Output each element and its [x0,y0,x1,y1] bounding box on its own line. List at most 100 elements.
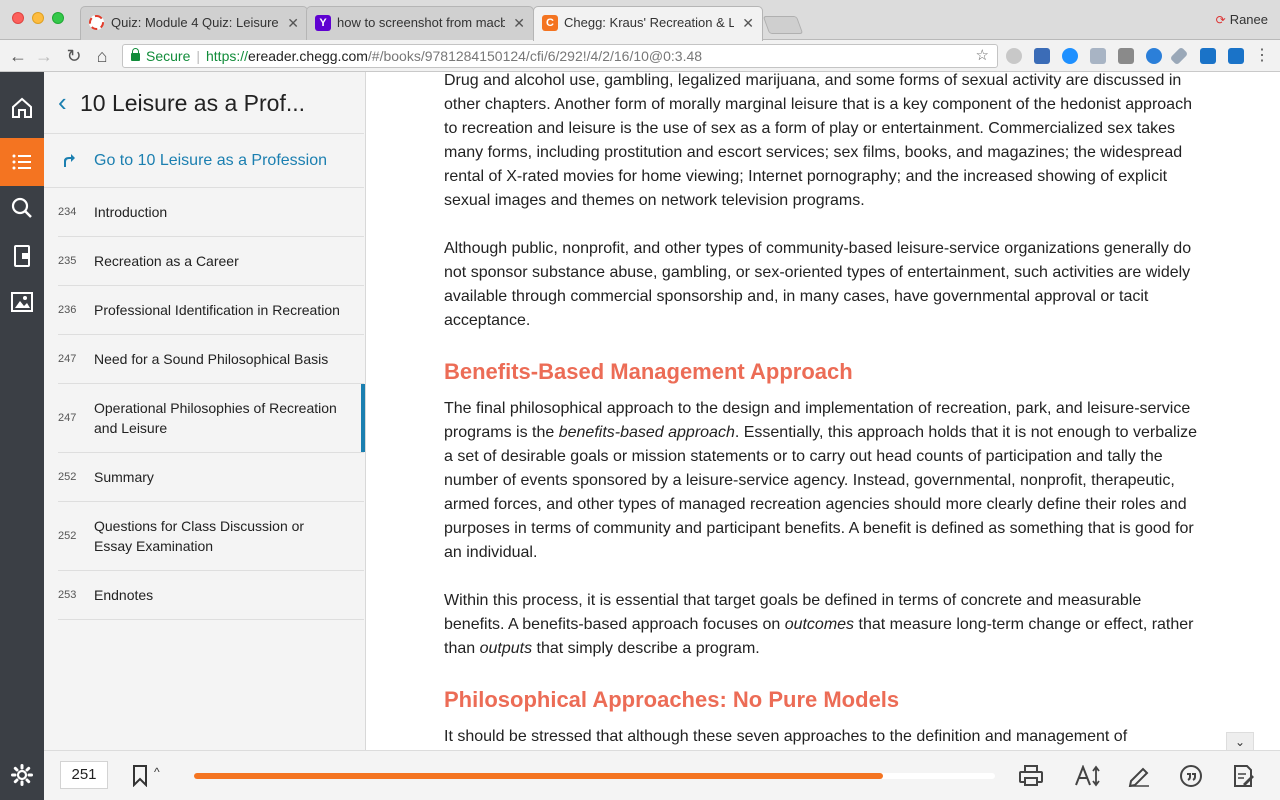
toc-item[interactable]: 235 Recreation as a Career [58,237,364,286]
section-heading: Benefits-Based Management Approach [444,359,853,384]
secure-label: Secure [146,48,191,64]
skype-extension-icon[interactable] [1006,48,1022,64]
share-alt-extension-icon[interactable] [1228,48,1244,64]
toc-item[interactable]: 252 Summary [58,453,364,502]
close-tab-icon[interactable]: ✕ [742,7,754,39]
close-tab-icon[interactable]: ✕ [513,7,525,39]
search-icon[interactable] [0,184,44,232]
address-bar[interactable]: Secure | https://ereader.chegg.com/#/books… [122,44,998,68]
extension-stack-icon[interactable] [1118,48,1134,64]
toc-item-label: Professional Identification in Recreatio… [94,302,340,318]
toc-item-page: 247 [58,353,77,365]
window-close-button[interactable] [12,12,24,24]
toc-item-label: Questions for Class Discussion or Essay … [94,518,305,554]
reload-icon[interactable]: ↻ [62,44,86,68]
tab-title: how to screenshot from macbo [337,15,505,30]
url-host: ereader.chegg.com [248,48,368,64]
reading-progress-bar[interactable] [194,773,995,779]
table-of-contents-panel: ‹ 10 Leisure as a Prof... Go to 10 Leisu… [44,72,366,750]
chevron-up-icon[interactable]: ^ [154,765,160,779]
tab-title: Quiz: Module 4 Quiz: Leisure P [111,15,279,30]
toc-item-label: Introduction [94,204,168,220]
toc-item-label: Summary [94,469,154,485]
bookmark-star-icon[interactable]: ☆ [976,45,989,67]
reader-side-rail [0,72,44,800]
share-extension-icon[interactable] [1200,48,1216,64]
paragraph: It should be stressed that although thes… [444,728,1128,745]
toc-item-page: 253 [58,589,77,601]
browser-toolbar: ← → ↻ ⌂ Secure | https://ereader.chegg.com… [0,40,1280,72]
profile-name: Ranee [1229,12,1268,27]
paragraph: Within this process, it is essential tha… [444,589,1204,661]
toc-item-page: 252 [58,530,77,542]
print-icon[interactable] [1018,763,1044,789]
paragraph: Drug and alcohol use, gambling, legalize… [444,72,1192,209]
go-to-chapter-link[interactable]: Go to 10 Leisure as a Profession [44,134,364,188]
image-gallery-icon[interactable] [0,278,44,326]
paragraph: The final philosophical approach to the … [444,397,1204,565]
go-to-arrow-icon [64,154,75,167]
toc-item-current[interactable]: 247 Operational Philosophies of Recreati… [58,384,365,453]
toc-item[interactable]: 252 Questions for Class Discussion or Es… [58,502,364,571]
chevron-left-icon[interactable]: ‹ [58,88,67,116]
sync-extension-icon[interactable] [1146,48,1162,64]
settings-gear-icon[interactable] [0,750,44,800]
profile-sync-icon: ⟳ [1215,13,1226,27]
url-path: /#/books/9781284150124/cfi/6/292!/4/2/16… [367,48,703,64]
quote-citation-icon[interactable] [1178,763,1204,789]
browser-tab-bar: Quiz: Module 4 Quiz: Leisure P ✕ Y how t… [0,0,1280,41]
notes-icon[interactable] [1230,763,1256,789]
toc-header: ‹ 10 Leisure as a Prof... [44,72,364,134]
lock-icon [131,48,140,61]
toc-item[interactable]: 247 Need for a Sound Philosophical Basis [58,335,364,384]
back-arrow-icon[interactable]: ← [6,44,30,68]
chevron-down-icon[interactable]: ⌄ [1226,732,1254,750]
bookmark-icon[interactable] [132,765,148,787]
emphasis: outputs [479,640,533,657]
window-zoom-button[interactable] [52,12,64,24]
home-icon[interactable] [0,84,44,132]
text-run: . Essentially, this approach holds that … [444,424,1198,561]
toc-chapter-title[interactable]: 10 Leisure as a Prof... [80,88,305,118]
window-minimize-button[interactable] [32,12,44,24]
browser-tab-yahoo[interactable]: Y how to screenshot from macbo ✕ [306,6,534,40]
tab-title: Chegg: Kraus' Recreation & Le [564,15,734,30]
extension-grid-icon[interactable] [1090,48,1106,64]
highlighter-icon[interactable] [1126,763,1152,789]
yahoo-favicon-icon: Y [315,15,331,31]
toc-item[interactable]: 236 Professional Identification in Recre… [58,286,364,335]
toc-item-label: Operational Philosophies of Recreation a… [94,400,337,436]
text-run: that simply describe a program. [532,640,760,657]
toc-item-page: 234 [58,206,77,218]
new-tab-button[interactable] [762,16,804,34]
toc-item-label: Recreation as a Career [94,253,239,269]
forward-arrow-icon[interactable]: → [32,44,56,68]
toc-item[interactable]: 253 Endnotes [58,571,364,620]
toc-item[interactable]: 234 Introduction [58,188,364,237]
browser-menu-icon[interactable]: ⋮ [1250,44,1274,68]
profile-button[interactable]: ⟳ Ranee [1216,12,1268,27]
pen-extension-icon[interactable] [1169,46,1189,66]
reading-progress-fill [194,773,883,779]
extension-x-icon[interactable] [1034,48,1050,64]
font-size-icon[interactable] [1072,763,1104,789]
section-heading: Philosophical Approaches: No Pure Models [444,687,900,712]
toc-item-page: 236 [58,304,77,316]
quiz-favicon-icon [89,15,104,30]
browser-tab-chegg[interactable]: C Chegg: Kraus' Recreation & Le ✕ [533,6,763,41]
book-content: Drug and alcohol use, gambling, legalize… [444,72,1204,750]
table-of-contents-icon[interactable] [0,138,44,186]
go-to-chapter-label: Go to 10 Leisure as a Profession [94,152,328,169]
emphasis: benefits-based approach [558,424,735,441]
page-number-input[interactable]: 251 [60,761,108,789]
url-scheme: https:// [206,48,249,64]
reader-pane[interactable]: Drug and alcohol use, gambling, legalize… [366,72,1280,750]
browser-tab-quiz[interactable]: Quiz: Module 4 Quiz: Leisure P ✕ [80,6,308,40]
check-extension-icon[interactable] [1062,48,1078,64]
toc-item-page: 235 [58,255,77,267]
flashcards-icon[interactable] [0,232,44,280]
toc-item-label: Endnotes [94,587,154,603]
close-tab-icon[interactable]: ✕ [287,7,299,39]
chegg-favicon-icon: C [542,15,558,31]
home-icon[interactable]: ⌂ [90,44,114,68]
